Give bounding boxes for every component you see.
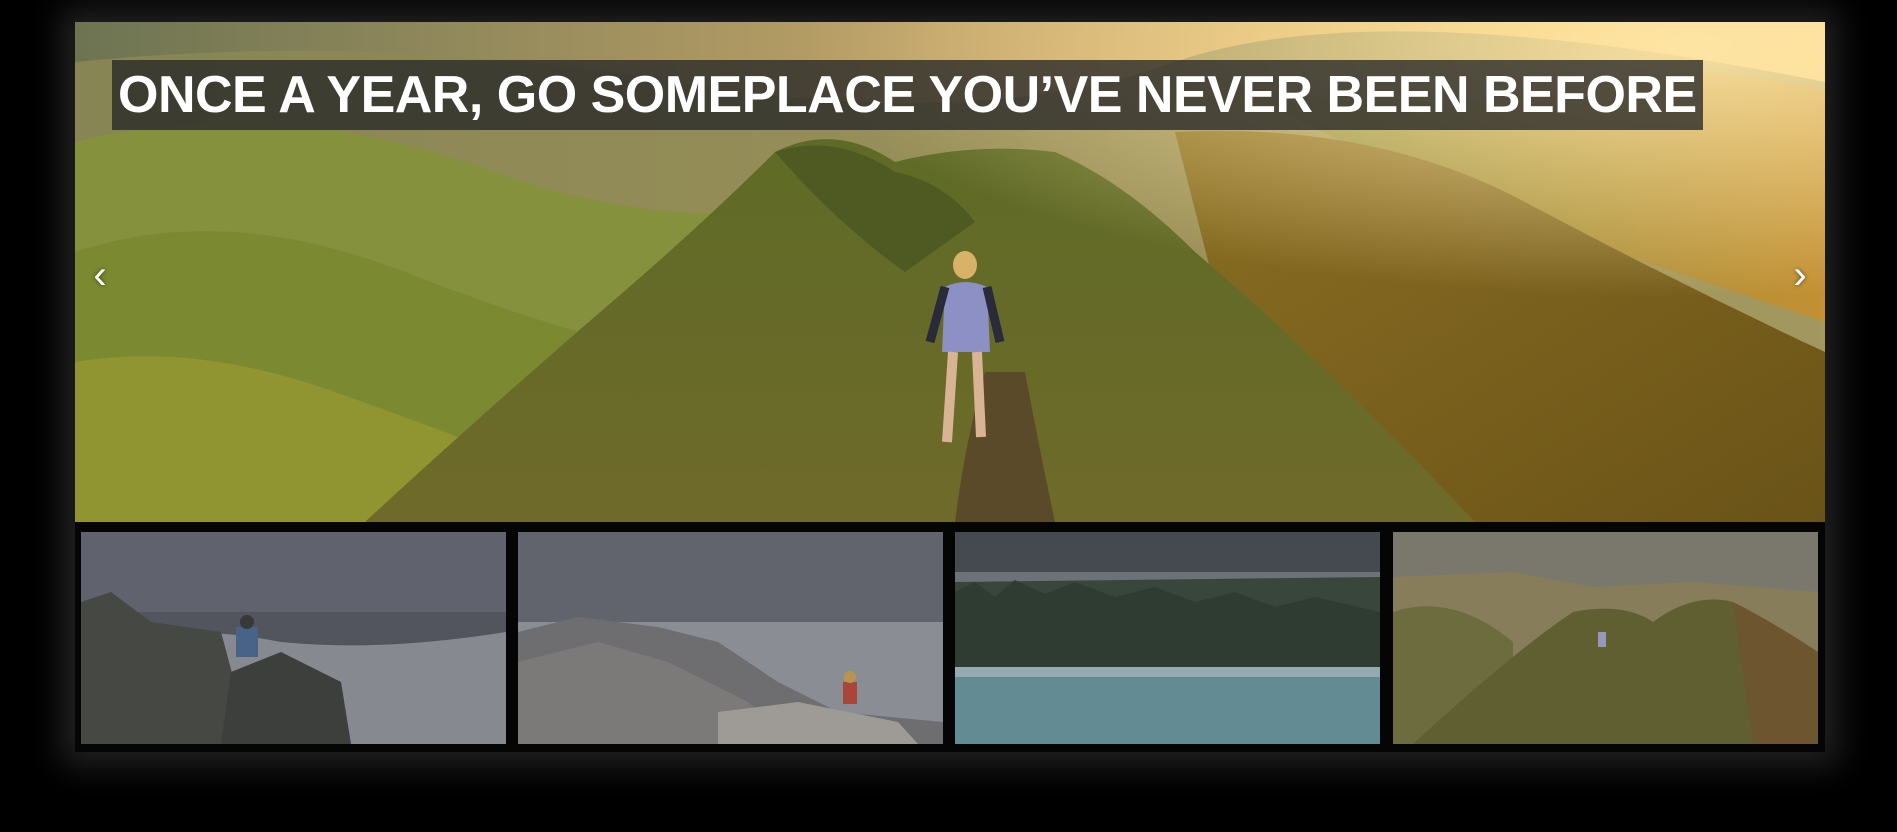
thumbnail-photographer-cliff[interactable]: [81, 532, 506, 744]
thumbnail-dim-overlay: [81, 532, 506, 744]
thumbnail-rocky-mountain-hiker[interactable]: [518, 532, 943, 744]
thumbnail-dim-overlay: [955, 532, 1380, 744]
thumbnail-strip: [75, 522, 1825, 752]
slide-caption: ONCE A YEAR, GO SOMEPLACE YOU’VE NEVER B…: [112, 60, 1703, 130]
thumbnail-ridge-trail-hiker[interactable]: [1393, 532, 1818, 744]
main-slide: ONCE A YEAR, GO SOMEPLACE YOU’VE NEVER B…: [75, 22, 1825, 522]
image-gallery: ONCE A YEAR, GO SOMEPLACE YOU’VE NEVER B…: [75, 22, 1825, 752]
previous-slide-button[interactable]: ‹: [85, 250, 115, 300]
next-slide-button[interactable]: ›: [1785, 250, 1815, 300]
thumbnail-misty-forest-lake[interactable]: [955, 532, 1380, 744]
thumbnail-dim-overlay: [518, 532, 943, 744]
thumbnail-dim-overlay: [1393, 532, 1818, 744]
